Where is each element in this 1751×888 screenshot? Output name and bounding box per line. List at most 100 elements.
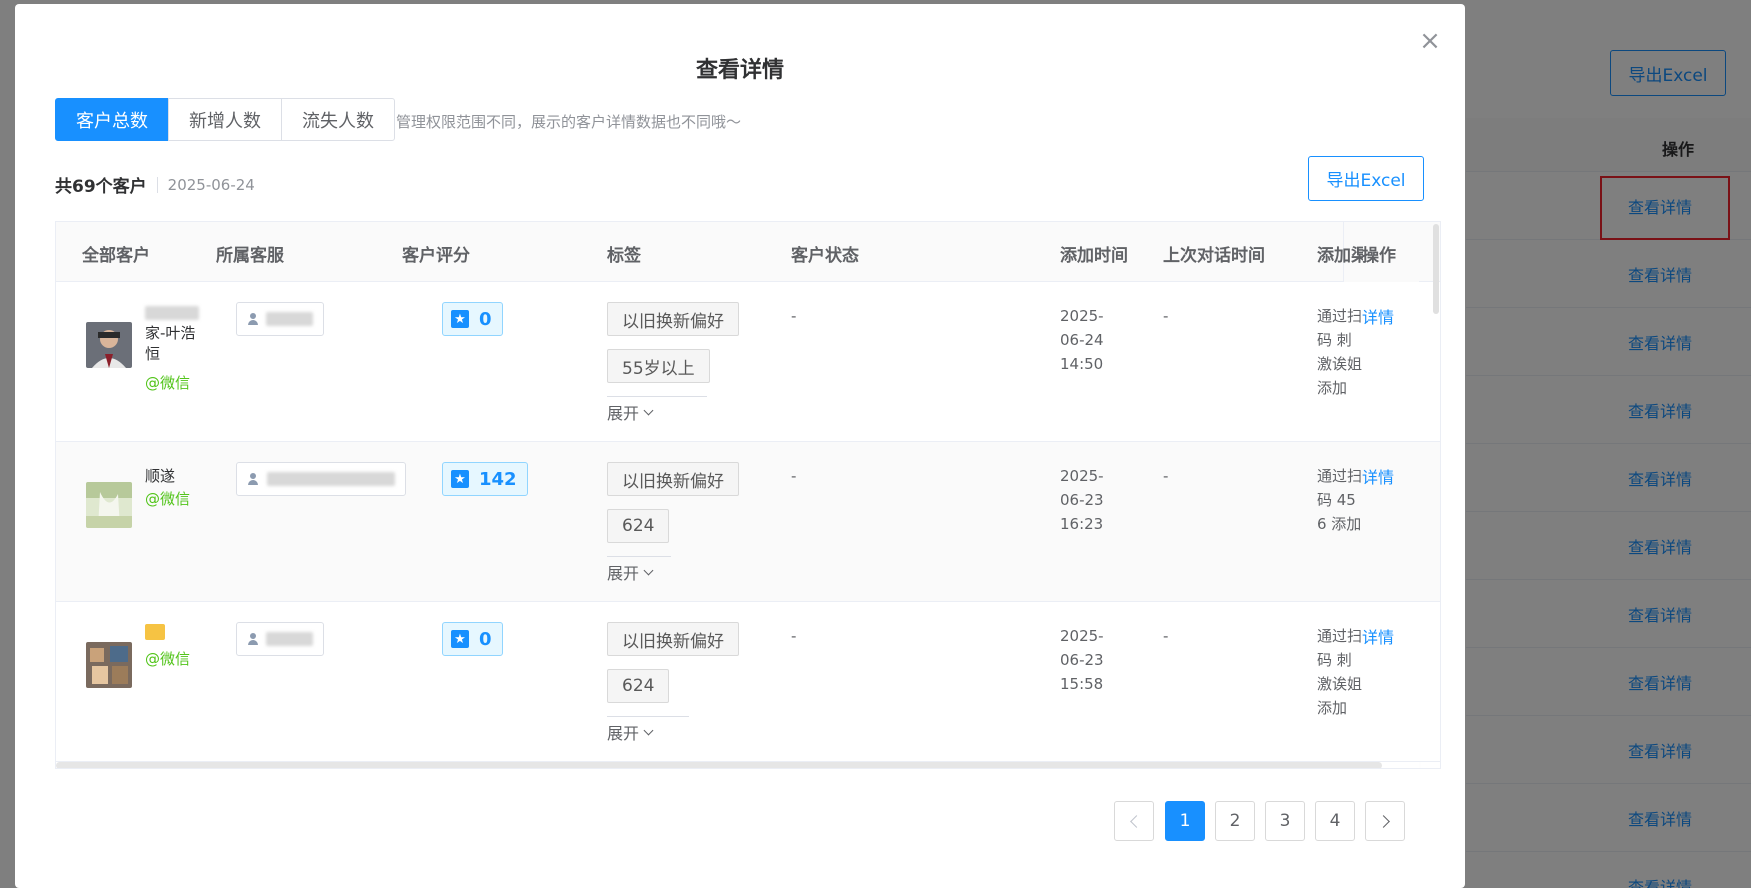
expand-toggle[interactable]: 展开	[607, 400, 654, 424]
header-all-customers: 全部客户	[82, 246, 150, 266]
wechat-source: @微信	[145, 490, 191, 508]
customer-name: 家-叶浩恒	[145, 302, 201, 365]
tag-chip: 55岁以上	[607, 349, 710, 383]
dialog-title: 查看详情	[695, 58, 784, 83]
expand-label: 展开	[607, 564, 640, 583]
header-add-time: 添加时间	[1060, 246, 1128, 266]
score-value: 0	[479, 308, 492, 330]
tab-new-customers[interactable]: 新增人数	[168, 98, 282, 141]
header-tags: 标签	[607, 246, 641, 266]
page-button-4[interactable]: 4	[1315, 801, 1355, 841]
summary-bar: 共69个客户 2025-06-24	[55, 172, 255, 198]
customer-count: 共69个客户	[55, 177, 147, 197]
score-badge: ★ 0	[442, 622, 503, 656]
channel-cell: 通过扫码 刺激诶姐 添加	[1317, 627, 1363, 717]
status-cell: -	[791, 627, 797, 645]
status-cell: -	[791, 307, 797, 325]
summary-divider	[156, 176, 158, 193]
add-time-cell: 2025-06-23 16:23	[1060, 467, 1104, 533]
score-badge: ★ 0	[442, 302, 503, 336]
tab-total-customers[interactable]: 客户总数	[55, 98, 169, 141]
star-icon: ★	[451, 310, 469, 328]
expand-toggle[interactable]: 展开	[607, 560, 654, 584]
chevron-down-icon	[643, 565, 654, 575]
header-channel: 添加渠	[1317, 246, 1363, 266]
export-excel-button[interactable]: 导出Excel	[1308, 156, 1424, 201]
channel-cell: 通过扫码 刺激诶姐 添加	[1317, 307, 1363, 397]
header-last-chat: 上次对话时间	[1163, 246, 1265, 266]
tag-divider	[607, 716, 689, 717]
blurred-text	[266, 632, 313, 646]
tag-chip: 以旧换新偏好	[607, 302, 739, 336]
score-value: 0	[479, 628, 492, 650]
summary-date: 2025-06-24	[167, 175, 255, 194]
table-header: 全部客户 所属客服 客户评分 标签 客户状态 添加时间 上次对话时间 添加渠 操…	[56, 222, 1440, 282]
customer-name	[145, 624, 201, 646]
customer-table: 全部客户 所属客服 客户评分 标签 客户状态 添加时间 上次对话时间 添加渠 操…	[55, 221, 1441, 769]
last-chat-cell: -	[1163, 307, 1169, 325]
user-icon	[247, 473, 259, 485]
detail-link[interactable]: 详情	[1362, 464, 1394, 488]
avatar	[86, 482, 132, 528]
tag-chip: 以旧换新偏好	[607, 622, 739, 656]
tag-divider	[607, 556, 671, 557]
wechat-source: @微信	[145, 374, 191, 392]
header-status: 客户状态	[791, 246, 859, 266]
status-cell: -	[791, 467, 797, 485]
header-action: 操作	[1362, 246, 1396, 266]
score-badge: ★ 142	[442, 462, 528, 496]
tag-chip: 624	[607, 509, 670, 543]
expand-label: 展开	[607, 404, 640, 423]
tag-divider	[607, 396, 707, 397]
add-time-cell: 2025-06-24 14:50	[1060, 307, 1104, 373]
avatar	[86, 322, 132, 368]
close-icon[interactable]: ×	[1417, 28, 1443, 54]
service-field	[236, 302, 324, 336]
emoji-icon	[145, 624, 165, 640]
expand-toggle[interactable]: 展开	[607, 720, 654, 744]
prev-page-button[interactable]	[1114, 801, 1154, 841]
last-chat-cell: -	[1163, 627, 1169, 645]
table-row: 顺遂 @微信 ★ 142 以旧换新偏好 624 展开 - 2025-06-23 …	[56, 442, 1440, 602]
detail-link[interactable]: 详情	[1362, 304, 1394, 328]
chevron-right-icon	[1376, 814, 1390, 828]
service-field	[236, 622, 324, 656]
header-service: 所属客服	[216, 246, 284, 266]
page-button-3[interactable]: 3	[1265, 801, 1305, 841]
user-icon	[247, 633, 259, 645]
detail-dialog: 查看详情 × 客户总数 新增人数 流失人数 管理权限范围不同，展示的客户详情数据…	[15, 4, 1465, 888]
star-icon: ★	[451, 470, 469, 488]
tab-lost-customers[interactable]: 流失人数	[281, 98, 395, 141]
table-row: 家-叶浩恒 @微信 ★ 0 以旧换新偏好 55岁以上 展开 - 2025-06-…	[56, 282, 1440, 442]
chevron-down-icon	[643, 405, 654, 415]
last-chat-cell: -	[1163, 467, 1169, 485]
next-page-button[interactable]	[1365, 801, 1405, 841]
tab-group: 客户总数 新增人数 流失人数	[55, 98, 395, 141]
tag-chip: 624	[607, 669, 670, 703]
page-button-2[interactable]: 2	[1215, 801, 1255, 841]
horizontal-scrollbar[interactable]	[56, 762, 1382, 768]
tag-chip: 以旧换新偏好	[607, 462, 739, 496]
user-icon	[247, 313, 259, 325]
star-icon: ★	[451, 630, 469, 648]
service-field	[236, 462, 406, 496]
blurred-text	[266, 312, 313, 326]
chevron-left-icon	[1129, 814, 1143, 828]
wechat-source: @微信	[145, 650, 191, 668]
customer-name-text: 家-叶浩恒	[145, 324, 196, 363]
chevron-down-icon	[643, 725, 654, 735]
expand-label: 展开	[607, 724, 640, 743]
customer-name: 顺遂	[145, 467, 176, 485]
avatar	[86, 642, 132, 688]
blurred-text	[266, 472, 395, 486]
detail-link[interactable]: 详情	[1362, 624, 1394, 648]
channel-cell: 通过扫码 456 添加	[1317, 467, 1363, 533]
header-score: 客户评分	[402, 246, 470, 266]
add-time-cell: 2025-06-23 15:58	[1060, 627, 1104, 693]
vertical-scrollbar[interactable]	[1433, 224, 1439, 314]
permission-note: 管理权限范围不同，展示的客户详情数据也不同哦～	[396, 113, 742, 131]
blurred-text	[145, 305, 199, 320]
score-value: 142	[479, 468, 517, 490]
page-button-1[interactable]: 1	[1165, 801, 1205, 841]
table-row: @微信 ★ 0 以旧换新偏好 624 展开 - 2025-06-23 15:58…	[56, 602, 1440, 762]
